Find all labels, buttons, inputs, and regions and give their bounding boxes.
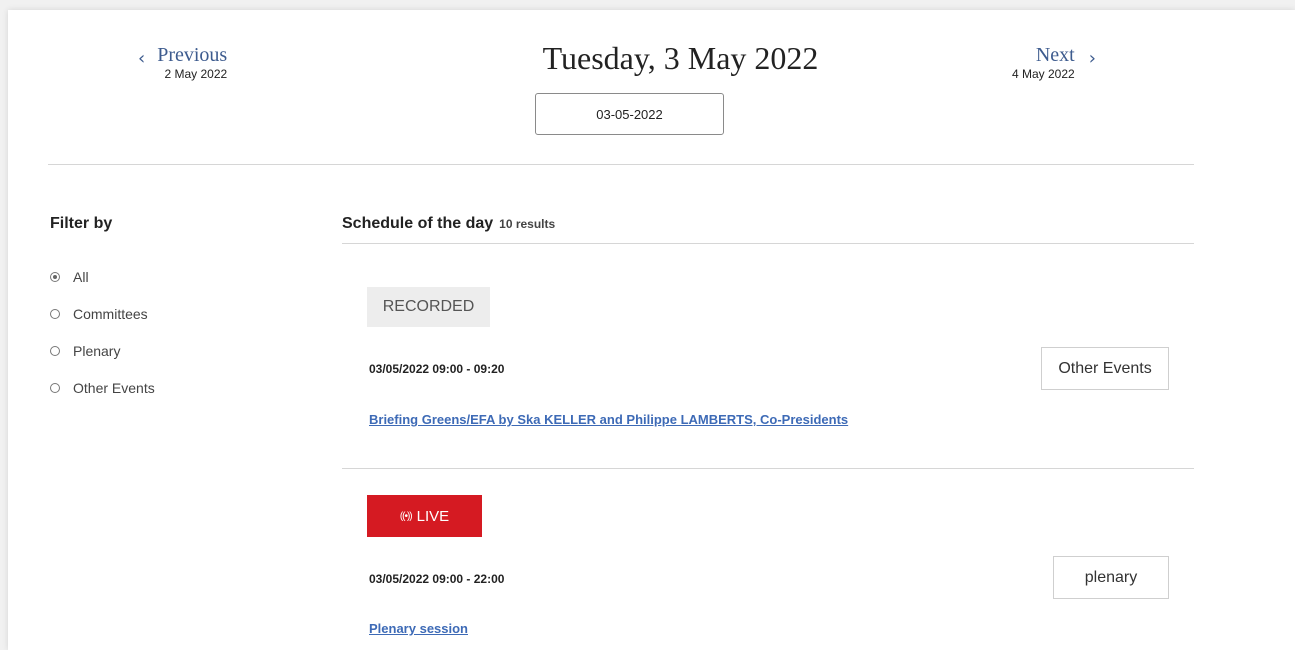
date-picker-input[interactable]: 03-05-2022 <box>535 93 724 135</box>
filter-list: All Committees Plenary Other Events <box>50 258 155 406</box>
schedule-divider <box>342 243 1194 244</box>
filter-option-label: Committees <box>73 305 148 322</box>
page-card: ‹ Previous 2 May 2022 Tuesday, 3 May 202… <box>8 10 1295 650</box>
event-divider <box>342 468 1194 469</box>
event-time: 03/05/2022 09:00 - 09:20 <box>369 362 505 376</box>
live-broadcast-icon: ((•)) <box>399 510 413 522</box>
previous-date: 2 May 2022 <box>164 67 228 81</box>
event-time: 03/05/2022 09:00 - 22:00 <box>369 572 505 586</box>
radio-checked-icon[interactable] <box>50 271 60 282</box>
next-date: 4 May 2022 <box>1012 67 1075 81</box>
schedule-title: Schedule of the day <box>342 215 494 232</box>
filter-option-all[interactable]: All <box>50 258 155 295</box>
event-title-link[interactable]: Briefing Greens/EFA by Ska KELLER and Ph… <box>369 412 848 427</box>
filter-title: Filter by <box>50 215 113 232</box>
header-divider <box>48 164 1194 165</box>
event-type-tag[interactable]: Other Events <box>1041 347 1169 390</box>
previous-label: Previous <box>157 44 228 66</box>
filter-option-label: All <box>73 268 89 285</box>
filter-option-label: Plenary <box>73 342 121 359</box>
schedule-heading: Schedule of the day 10 results <box>342 215 555 233</box>
recorded-badge: RECORDED <box>367 287 490 327</box>
event-type-tag[interactable]: plenary <box>1053 556 1169 599</box>
filter-option-committees[interactable]: Committees <box>50 295 155 332</box>
filter-option-other-events[interactable]: Other Events <box>50 369 155 406</box>
live-badge: ((•)) LIVE <box>367 495 482 537</box>
event-title-link[interactable]: Plenary session <box>369 621 468 636</box>
previous-day-link[interactable]: ‹ Previous 2 May 2022 <box>138 45 227 81</box>
chevron-left-icon: ‹ <box>138 48 146 69</box>
filter-option-label: Other Events <box>73 379 155 396</box>
page-title: Tuesday, 3 May 2022 <box>542 40 819 76</box>
radio-icon[interactable] <box>50 345 60 356</box>
results-count: 10 results <box>499 217 556 231</box>
next-day-link[interactable]: Next 4 May 2022 › <box>1012 45 1096 81</box>
radio-icon[interactable] <box>50 308 60 319</box>
next-label: Next <box>1035 44 1075 66</box>
chevron-right-icon: › <box>1088 48 1096 69</box>
filter-option-plenary[interactable]: Plenary <box>50 332 155 369</box>
radio-icon[interactable] <box>50 382 60 393</box>
live-label: LIVE <box>416 507 450 525</box>
